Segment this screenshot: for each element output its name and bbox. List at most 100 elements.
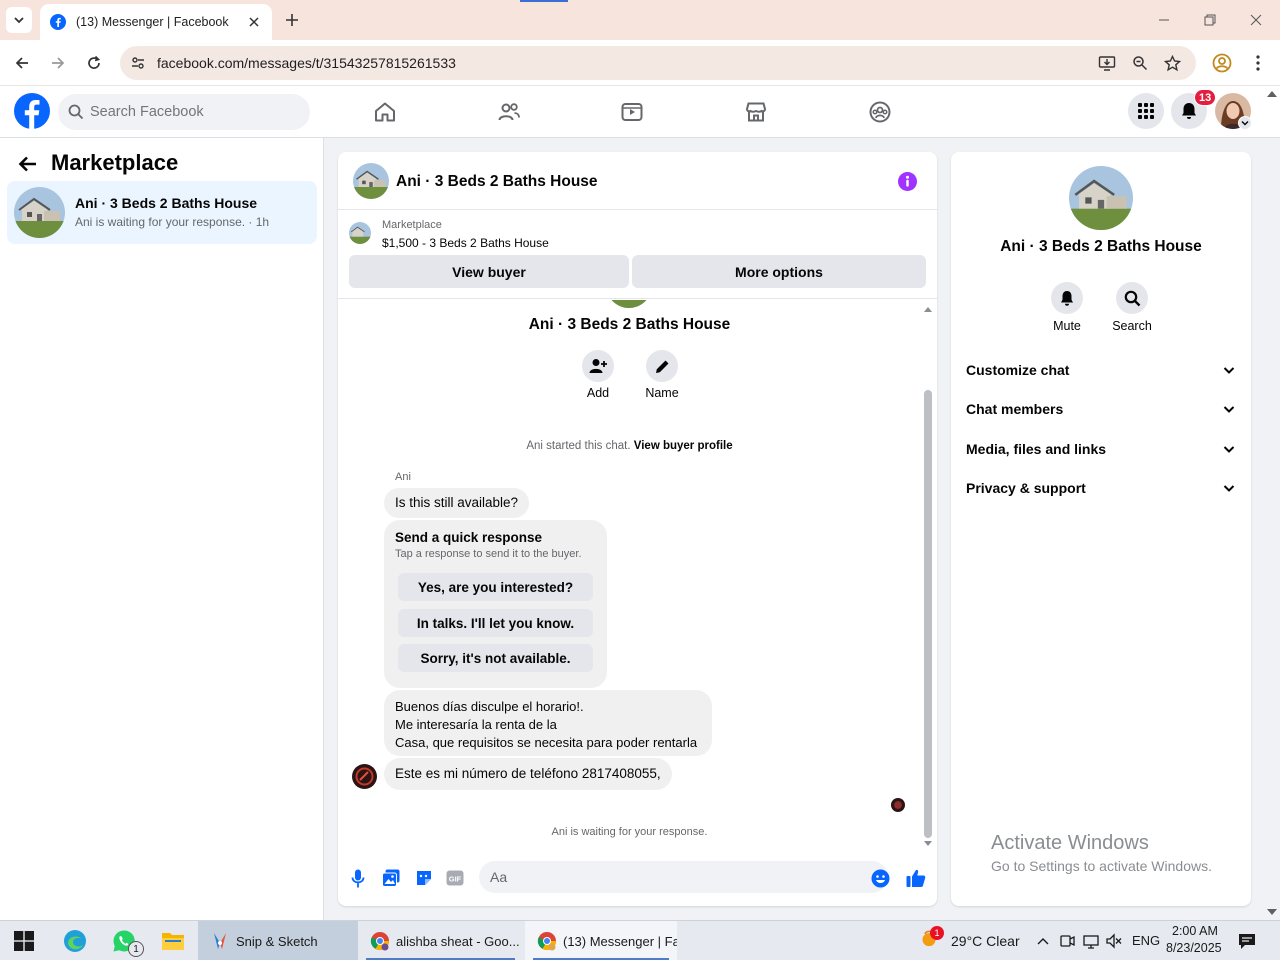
section-label: Customize chat bbox=[966, 362, 1070, 378]
facebook-search[interactable] bbox=[58, 94, 310, 130]
nav-home-tab[interactable] bbox=[371, 98, 399, 126]
back-button[interactable] bbox=[11, 52, 33, 74]
forward-button[interactable] bbox=[47, 52, 69, 74]
action-center-icon[interactable] bbox=[1238, 932, 1256, 950]
quick-response-not-available[interactable]: Sorry, it's not available. bbox=[398, 644, 593, 672]
view-buyer-profile-link[interactable]: View buyer profile bbox=[634, 440, 733, 452]
clock-date[interactable]: 8/23/2025 bbox=[1166, 941, 1222, 955]
new-tab-button[interactable] bbox=[282, 10, 302, 30]
section-privacy-support[interactable]: Privacy & support bbox=[958, 470, 1244, 506]
search-icon bbox=[68, 104, 84, 120]
message-bubble-multiline: Buenos días disculpe el horario!. Me int… bbox=[384, 690, 712, 756]
message-thread: Ani · 3 Beds 2 Baths House Add Name Ani … bbox=[338, 300, 937, 846]
thread-avatar bbox=[606, 300, 652, 308]
chat-header-avatar[interactable] bbox=[353, 163, 389, 199]
page-scrollbar[interactable] bbox=[1266, 90, 1278, 918]
marketplace-icon bbox=[745, 102, 767, 122]
minimize-icon bbox=[1159, 19, 1169, 21]
network-icon[interactable] bbox=[1082, 932, 1100, 950]
meet-now-icon[interactable] bbox=[1058, 932, 1076, 950]
language-indicator[interactable]: ENG bbox=[1132, 933, 1160, 948]
house-photo-icon bbox=[349, 222, 371, 244]
nav-watch-tab[interactable] bbox=[618, 98, 646, 126]
kebab-menu-icon bbox=[1256, 55, 1260, 71]
search-in-chat-button[interactable] bbox=[1116, 282, 1148, 314]
chat-header: Ani · 3 Beds 2 Baths House bbox=[338, 152, 937, 210]
chat-header-name[interactable]: Ani · 3 Beds 2 Baths House bbox=[396, 173, 598, 191]
conversation-name: Ani · 3 Beds 2 Baths House bbox=[75, 195, 258, 211]
more-options-button[interactable]: More options bbox=[632, 255, 926, 288]
account-caret[interactable] bbox=[1238, 116, 1252, 130]
attach-photo-button[interactable] bbox=[381, 868, 401, 888]
emoji-button[interactable] bbox=[870, 868, 890, 888]
scroll-thumb[interactable] bbox=[924, 390, 932, 838]
close-icon bbox=[1250, 14, 1262, 26]
restore-button[interactable] bbox=[1200, 10, 1220, 30]
address-bar[interactable]: facebook.com/messages/t/3154325781526153… bbox=[120, 46, 1196, 80]
zoom-icon[interactable] bbox=[1131, 54, 1149, 72]
chevron-down-icon bbox=[1223, 485, 1235, 492]
back-arrow-button[interactable] bbox=[16, 152, 40, 176]
nav-gaming-tab[interactable] bbox=[866, 98, 894, 126]
like-button[interactable] bbox=[906, 868, 926, 888]
taskbar-app-google-sheets[interactable]: alishba sheat - Goo... bbox=[358, 921, 523, 960]
scroll-down-icon bbox=[924, 841, 932, 846]
svg-text:GIF: GIF bbox=[449, 875, 462, 884]
arrow-right-icon bbox=[52, 57, 65, 69]
view-buyer-button[interactable]: View buyer bbox=[349, 255, 629, 288]
reload-button[interactable] bbox=[83, 52, 105, 74]
video-icon bbox=[621, 103, 643, 121]
start-button[interactable] bbox=[11, 928, 37, 954]
close-window-button[interactable] bbox=[1246, 10, 1266, 30]
weather-text[interactable]: 29°C Clear bbox=[951, 933, 1020, 949]
tab-close-icon[interactable] bbox=[246, 14, 262, 30]
minimize-button[interactable] bbox=[1154, 10, 1174, 30]
browser-tab-messenger[interactable]: (13) Messenger | Facebook bbox=[40, 4, 272, 40]
section-customize-chat[interactable]: Customize chat bbox=[958, 352, 1244, 388]
edit-name-button[interactable] bbox=[646, 350, 678, 382]
edge-taskbar-icon[interactable] bbox=[62, 928, 88, 954]
chevron-down-icon bbox=[1223, 406, 1235, 413]
quick-response-in-talks[interactable]: In talks. I'll let you know. bbox=[398, 609, 593, 637]
sticker-button[interactable] bbox=[414, 868, 434, 888]
browser-menu-button[interactable] bbox=[1247, 52, 1269, 74]
conversation-item[interactable]: Ani · 3 Beds 2 Baths House Ani is waitin… bbox=[7, 181, 317, 244]
profile-button[interactable] bbox=[1211, 52, 1233, 74]
nav-friends-tab[interactable] bbox=[495, 98, 523, 126]
bell-icon bbox=[1061, 290, 1073, 306]
info-icon[interactable] bbox=[898, 172, 917, 191]
grid-menu-icon bbox=[1138, 103, 1154, 119]
section-chat-members[interactable]: Chat members bbox=[958, 391, 1244, 427]
message-input[interactable] bbox=[479, 861, 888, 893]
voice-clip-button[interactable] bbox=[348, 868, 368, 888]
add-people-button[interactable] bbox=[582, 350, 614, 382]
volume-muted-icon[interactable] bbox=[1105, 932, 1123, 950]
gif-icon: GIF bbox=[446, 870, 464, 886]
listing-thumbnail[interactable] bbox=[349, 222, 371, 244]
clock-time[interactable]: 2:00 AM bbox=[1172, 924, 1218, 938]
nav-marketplace-tab[interactable] bbox=[742, 98, 770, 126]
file-explorer-taskbar-icon[interactable] bbox=[160, 928, 186, 954]
conversation-status: Ani is waiting for your response. · 1h bbox=[75, 215, 270, 229]
menu-button[interactable] bbox=[1128, 93, 1164, 129]
taskbar-app-messenger[interactable]: (13) Messenger | Fa... bbox=[525, 921, 677, 960]
mute-button[interactable] bbox=[1051, 282, 1083, 314]
site-settings-icon[interactable] bbox=[128, 53, 148, 73]
quick-response-card: Send a quick response Tap a response to … bbox=[384, 520, 607, 688]
taskbar-app-snip-sketch[interactable]: Snip & Sketch bbox=[198, 921, 358, 960]
sender-avatar[interactable] bbox=[352, 764, 377, 789]
activate-windows-title: Activate Windows bbox=[991, 832, 1149, 854]
section-media-files-links[interactable]: Media, files and links bbox=[958, 431, 1244, 467]
gif-button[interactable]: GIF bbox=[445, 868, 465, 888]
facebook-search-input[interactable] bbox=[90, 94, 300, 130]
thread-scrollbar[interactable] bbox=[923, 306, 933, 846]
bookmark-star-icon[interactable] bbox=[1163, 54, 1181, 72]
install-app-icon[interactable] bbox=[1098, 54, 1116, 72]
facebook-logo-icon[interactable] bbox=[14, 93, 50, 129]
quick-response-yes[interactable]: Yes, are you interested? bbox=[398, 573, 593, 601]
show-hidden-icons[interactable] bbox=[1034, 932, 1052, 950]
details-avatar[interactable] bbox=[1069, 166, 1133, 230]
listing-price[interactable]: $1,500 - 3 Beds 2 Baths House bbox=[382, 236, 549, 250]
tab-search-button[interactable] bbox=[6, 7, 32, 33]
chat-started-notice: Ani started this chat. View buyer profil… bbox=[338, 440, 921, 452]
